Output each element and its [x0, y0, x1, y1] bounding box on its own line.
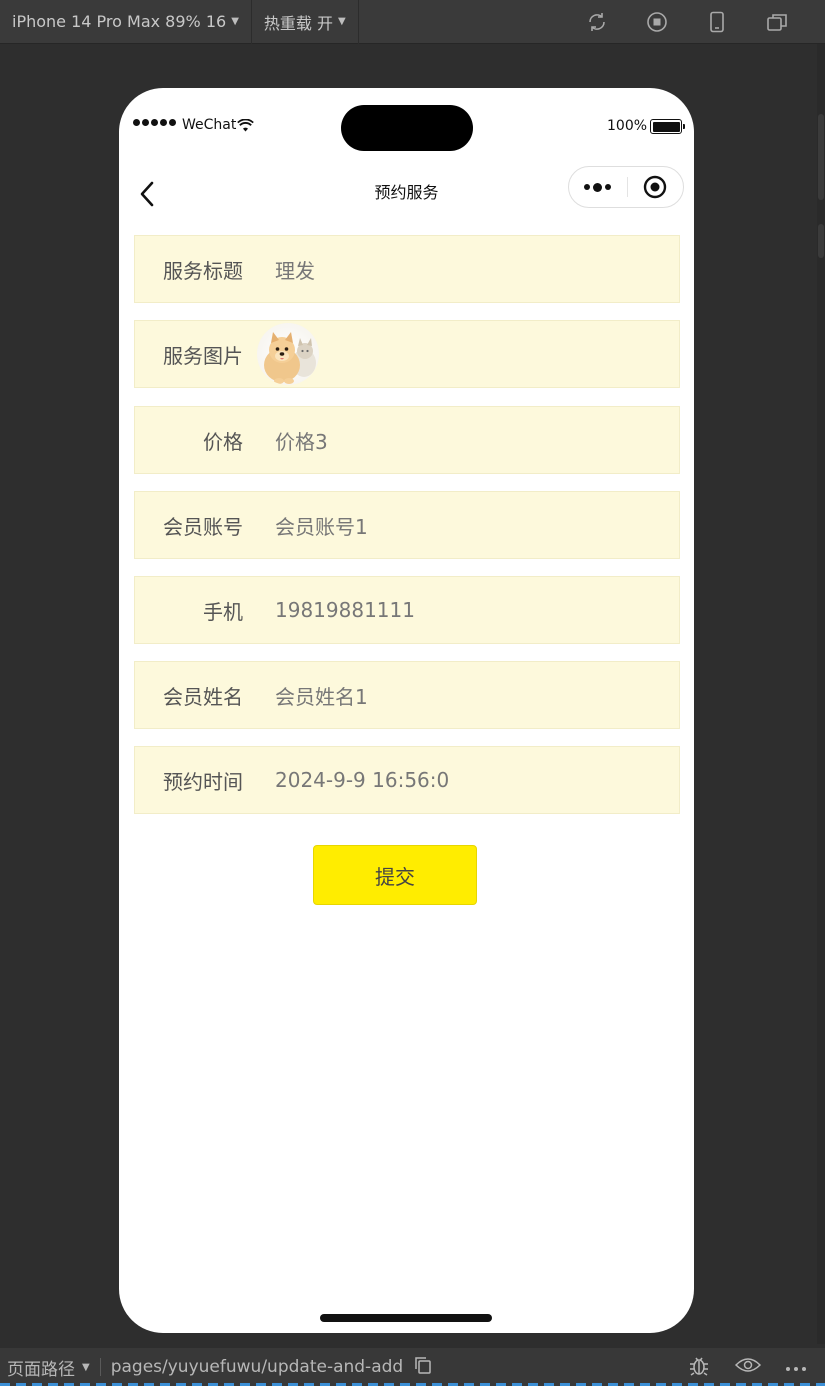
phone-simulator: WeChat 100% 预约服务 服务标题 理发 服务图片 价格 价格3 会员账… [119, 88, 694, 1333]
price-field[interactable]: 价格3 [275, 426, 328, 455]
form-row-service-title[interactable]: 服务标题 理发 [134, 235, 680, 303]
battery-tip [683, 124, 685, 129]
stop-icon [647, 12, 667, 32]
phone-icon [710, 11, 724, 33]
wifi-icon [237, 119, 254, 132]
more-icon [584, 184, 591, 190]
row-label: 服务标题 [163, 258, 243, 283]
row-label: 服务图片 [163, 343, 243, 368]
member-account-field[interactable]: 会员账号1 [275, 511, 368, 540]
form-row-booking-time[interactable]: 预约时间 2024-9-9 16:56:0 [134, 746, 680, 814]
carrier-label: WeChat [182, 117, 237, 133]
eye-icon [734, 1357, 762, 1372]
form-row-member-account[interactable]: 会员账号 会员账号1 [134, 491, 680, 559]
form-row-service-image[interactable]: 服务图片 [134, 320, 680, 388]
submit-button[interactable]: 提交 [313, 845, 477, 905]
row-label: 会员姓名 [163, 684, 243, 709]
booking-form: 服务标题 理发 服务图片 价格 价格3 会员账号 会员账号1 手机 198198… [134, 235, 680, 831]
device-label: iPhone 14 Pro Max 89% 16 [12, 12, 227, 31]
refresh-button[interactable] [567, 0, 627, 44]
row-label: 价格 [203, 429, 243, 454]
hot-reload-label: 热重载 开 [263, 13, 333, 33]
device-selector[interactable]: iPhone 14 Pro Max 89% 16 ▼ [0, 0, 252, 44]
booking-time-field[interactable]: 2024-9-9 16:56:0 [275, 768, 449, 792]
phone-field[interactable]: 19819881111 [275, 598, 415, 622]
chevron-down-icon: ▼ [231, 16, 239, 27]
hot-reload-toggle[interactable]: 热重载 开 ▼ [252, 0, 359, 44]
debug-button[interactable] [687, 1353, 711, 1382]
divider [99, 1358, 101, 1376]
devtools-bottom-bar: 页面路径 ▼ pages/yuyuefuwu/update-and-add [0, 1348, 825, 1386]
pets-image [264, 332, 316, 384]
battery-icon [650, 119, 682, 134]
window-icon [767, 14, 787, 31]
nav-bar: 预约服务 [119, 166, 694, 222]
ellipsis-icon [786, 1367, 806, 1371]
phone-preview-button[interactable] [687, 0, 747, 44]
more-icon-dot [605, 184, 612, 190]
battery-percent: 100% [607, 118, 648, 134]
preview-button[interactable] [734, 1355, 762, 1380]
refresh-icon [589, 13, 605, 31]
devtools-toolbar: iPhone 14 Pro Max 89% 16 ▼ 热重载 开 ▼ [0, 0, 825, 44]
chevron-down-icon[interactable]: ▼ [82, 1362, 90, 1373]
scrollbar-thumb[interactable] [818, 224, 824, 258]
home-indicator [320, 1314, 492, 1322]
form-row-member-name[interactable]: 会员姓名 会员姓名1 [134, 661, 680, 729]
page-path: pages/yuyuefuwu/update-and-add [110, 1357, 404, 1377]
page-path-label[interactable]: 页面路径 [7, 1355, 75, 1380]
signal-icon [133, 119, 176, 126]
chevron-down-icon: ▼ [337, 16, 346, 27]
row-label: 手机 [203, 599, 243, 624]
row-label: 会员账号 [163, 514, 243, 539]
mini-program-capsule [568, 166, 684, 208]
scrollbar-thumb[interactable] [818, 114, 824, 200]
scrollbar[interactable] [817, 44, 825, 1344]
more-options-button[interactable] [785, 1357, 807, 1377]
service-title-field[interactable]: 理发 [275, 255, 315, 284]
row-label: 预约时间 [163, 769, 243, 794]
close-mini-program-button[interactable] [627, 167, 683, 207]
stop-button[interactable] [627, 0, 687, 44]
dynamic-island [341, 105, 473, 151]
target-icon [644, 175, 667, 199]
more-icon-dot [593, 182, 603, 192]
copy-button[interactable] [413, 1355, 433, 1380]
window-button[interactable] [747, 0, 807, 44]
copy-icon [415, 1356, 431, 1374]
form-row-phone[interactable]: 手机 19819881111 [134, 576, 680, 644]
member-name-field[interactable]: 会员姓名1 [275, 681, 368, 710]
bug-icon [690, 1357, 708, 1376]
more-button[interactable] [569, 167, 627, 207]
status-bar: WeChat 100% [119, 88, 694, 166]
form-row-price[interactable]: 价格 价格3 [134, 406, 680, 474]
service-image-thumbnail[interactable] [257, 323, 319, 385]
